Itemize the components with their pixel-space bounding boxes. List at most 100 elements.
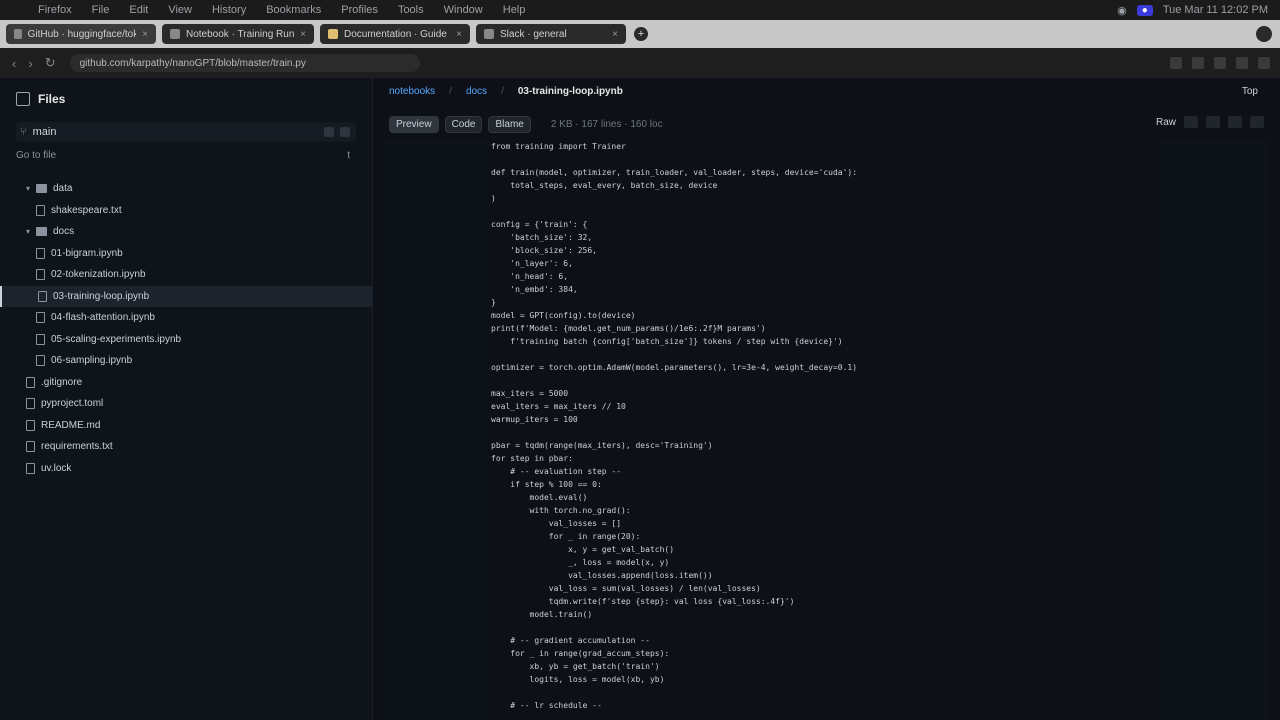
tree-file[interactable]: README.md	[0, 415, 372, 437]
tree-file[interactable]: requirements.txt	[0, 436, 372, 458]
menu-icon[interactable]	[1258, 57, 1270, 69]
tree-file[interactable]: pyproject.toml	[0, 393, 372, 415]
code-line: 'n_head': 6,	[491, 272, 569, 281]
code-line: def train(model, optimizer, train_loader…	[491, 168, 858, 177]
shield-icon[interactable]	[1192, 57, 1204, 69]
go-to-file[interactable]: Go to file t	[16, 150, 356, 161]
menu-item-history[interactable]: History	[202, 4, 256, 16]
menu-item-tools[interactable]: Tools	[388, 4, 434, 16]
top-button[interactable]: Top	[1242, 86, 1258, 97]
code-tab[interactable]: Code	[444, 115, 483, 133]
tree-folder[interactable]: ▾ docs	[0, 221, 372, 243]
file-toolbar: Preview Code Blame 2 KB · 167 lines · 16…	[389, 114, 663, 134]
menu-item-window[interactable]: Window	[434, 4, 493, 16]
browser-tab-2[interactable]: Notebook · Training Run ×	[162, 24, 314, 44]
url-field[interactable]: github.com/karpathy/nanoGPT/blob/master/…	[69, 54, 420, 72]
tree-file[interactable]: .gitignore	[0, 372, 372, 394]
branch-actions	[324, 127, 350, 137]
tree-item-label: 02-tokenization.ipynb	[51, 269, 146, 281]
tree-file[interactable]: shakespeare.txt	[0, 200, 372, 222]
menu-item-edit[interactable]: Edit	[119, 4, 158, 16]
code-line: model.eval()	[491, 493, 588, 502]
code-line: 'block_size': 256,	[491, 246, 597, 255]
minimap[interactable]	[1160, 140, 1270, 720]
tree-file[interactable]: 01-bigram.ipynb	[0, 243, 372, 265]
code-line: if step % 100 == 0:	[491, 480, 602, 489]
close-icon[interactable]: ×	[612, 29, 618, 40]
clock[interactable]: Tue Mar 11 12:02 PM	[1163, 4, 1268, 16]
code-line: for _ in range(20):	[491, 532, 641, 541]
profile-icon[interactable]	[1236, 57, 1248, 69]
menu-item-help[interactable]: Help	[493, 4, 536, 16]
code-line: pbar = tqdm(range(max_iters), desc='Trai…	[491, 441, 713, 450]
chevron-down-icon[interactable]: ▾	[26, 227, 34, 236]
sidebar-collapse-icon[interactable]	[16, 92, 30, 106]
tree-file[interactable]: 03-training-loop.ipynb	[0, 285, 372, 307]
file-tree-sidebar: Files ⑂ main Go to file t ▾ data shakespea…	[0, 78, 373, 720]
breadcrumb-item[interactable]: notebooks	[389, 86, 435, 97]
browser-tab-label: Documentation · Guide	[344, 28, 447, 40]
copy-icon[interactable]	[1184, 116, 1198, 128]
breadcrumb-item[interactable]: docs	[466, 86, 487, 97]
back-icon[interactable]: ‹	[12, 56, 16, 71]
menu-item-profiles[interactable]: Profiles	[331, 4, 388, 16]
file-icon	[26, 398, 35, 410]
code-view[interactable]: from training import Trainer def train(mo…	[491, 140, 1156, 720]
reload-icon[interactable]: ↻	[45, 55, 56, 71]
menu-item-app[interactable]: Firefox	[28, 4, 82, 16]
tree-file[interactable]: 05-scaling-experiments.ipynb	[0, 329, 372, 351]
tab-options-button[interactable]	[1256, 26, 1272, 42]
new-tab-button[interactable]: +	[634, 27, 648, 41]
file-icon	[36, 269, 45, 281]
blame-tab[interactable]: Blame	[488, 115, 531, 133]
branch-selector[interactable]: ⑂ main	[16, 122, 356, 142]
code-line: config = {'train': {	[491, 220, 588, 229]
tree-item-label: shakespeare.txt	[51, 204, 122, 216]
tree-file[interactable]: uv.lock	[0, 458, 372, 480]
file-icon	[36, 355, 45, 367]
extension-icon[interactable]	[1170, 57, 1182, 69]
code-line: from training import Trainer	[491, 142, 626, 151]
download-icon[interactable]	[1206, 116, 1220, 128]
browser-tab-4[interactable]: Slack · general ×	[476, 24, 626, 44]
file-icon	[36, 247, 45, 259]
code-line: 'batch_size': 32,	[491, 233, 593, 242]
tree-file[interactable]: 06-sampling.ipynb	[0, 350, 372, 372]
tree-file[interactable]: 02-tokenization.ipynb	[0, 264, 372, 286]
favicon-icon	[328, 29, 338, 39]
browser-tab-1[interactable]: GitHub · huggingface/tokenizers ×	[6, 24, 156, 44]
code-line: # -- gradient accumulation --	[491, 636, 650, 645]
add-file-icon[interactable]	[324, 127, 334, 137]
file-icon	[26, 441, 35, 453]
raw-button[interactable]: Raw	[1156, 117, 1176, 128]
forward-icon[interactable]: ›	[28, 56, 32, 71]
tree-item-label: uv.lock	[41, 462, 72, 474]
file-icon	[36, 333, 45, 345]
search-icon[interactable]	[340, 127, 350, 137]
close-icon[interactable]: ×	[142, 29, 148, 40]
menu-item-view[interactable]: View	[158, 4, 202, 16]
close-icon[interactable]: ×	[456, 29, 462, 40]
edit-icon[interactable]	[1228, 116, 1242, 128]
status-area: ◉ ● Tue Mar 11 12:02 PM	[1117, 4, 1280, 17]
chevron-down-icon[interactable]: ▾	[26, 184, 34, 193]
favicon-icon	[14, 29, 22, 39]
tree-file[interactable]: 04-flash-attention.ipynb	[0, 307, 372, 329]
menu-item-file[interactable]: File	[82, 4, 120, 16]
tree-item-label: README.md	[41, 419, 101, 431]
menu-item-bookmarks[interactable]: Bookmarks	[256, 4, 331, 16]
wifi-icon[interactable]: ◉	[1117, 4, 1127, 17]
browser-tab-label: GitHub · huggingface/tokenizers	[27, 28, 137, 40]
tree-item-label: data	[53, 183, 73, 195]
close-icon[interactable]: ×	[300, 29, 306, 40]
tree-folder[interactable]: ▾ data	[0, 178, 372, 200]
preview-tab[interactable]: Preview	[389, 115, 439, 133]
status-badge[interactable]: ●	[1136, 4, 1153, 16]
more-icon[interactable]	[1250, 116, 1264, 128]
download-icon[interactable]	[1214, 57, 1226, 69]
browser-tab-3[interactable]: Documentation · Guide ×	[320, 24, 470, 44]
code-line: xb, yb = get_batch('train')	[491, 662, 660, 671]
browser-tab-label: Slack · general	[500, 28, 567, 40]
